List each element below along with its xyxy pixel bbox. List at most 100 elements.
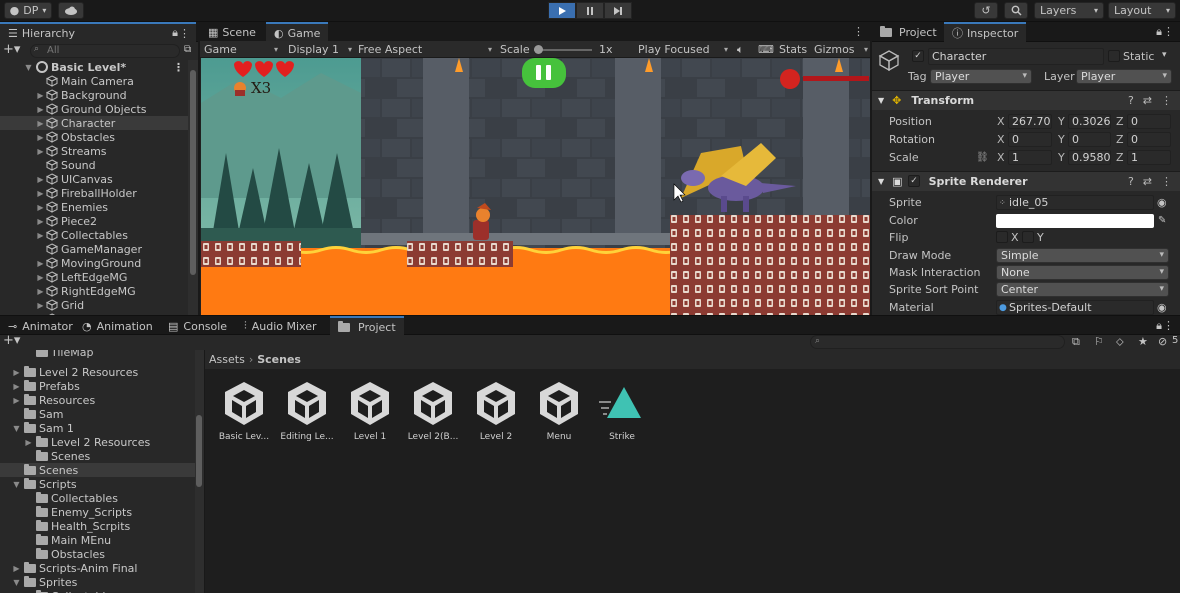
project-tree-item[interactable]: ▶ Level 2 Resources bbox=[0, 365, 195, 379]
sprite-renderer-header[interactable]: ▼ ▣ ✓ Sprite Renderer ? ⇄ ⋮ bbox=[872, 171, 1180, 191]
hierarchy-item[interactable]: ▶ Piece2 bbox=[0, 214, 188, 228]
position-z-field[interactable]: 0 bbox=[1127, 114, 1171, 129]
help-icon[interactable]: ? bbox=[1128, 175, 1134, 188]
project-tree-item[interactable]: ▶ Prefabs bbox=[0, 379, 195, 393]
tab-animation[interactable]: ◔ Animation bbox=[74, 316, 161, 336]
tag-dropdown[interactable]: Player bbox=[930, 69, 1032, 84]
scale-slider[interactable] bbox=[534, 45, 592, 54]
tab-console[interactable]: ▤ Console bbox=[160, 316, 235, 336]
foldout-arrow-icon[interactable]: ▶ bbox=[36, 203, 45, 212]
foldout-arrow-icon[interactable]: ▼ bbox=[12, 578, 21, 587]
sprite-field[interactable]: idle_05 bbox=[996, 195, 1154, 210]
foldout-arrow-icon[interactable]: ▼ bbox=[878, 96, 884, 105]
game-mode-dropdown[interactable]: Game ▾ bbox=[204, 42, 280, 57]
sprite-sort-point-dropdown[interactable]: Center bbox=[996, 282, 1169, 297]
rotation-x-field[interactable]: 0 bbox=[1008, 132, 1052, 147]
scene-asset[interactable]: Level 2 bbox=[465, 380, 527, 442]
inspector-lock-icon[interactable]: 🔒︎ bbox=[1156, 25, 1162, 39]
foldout-arrow-icon[interactable]: ▶ bbox=[36, 273, 45, 282]
project-tree-item[interactable]: ▼ Scripts bbox=[0, 477, 195, 491]
foldout-arrow-icon[interactable]: ▶ bbox=[12, 382, 21, 391]
gizmos-dropdown[interactable]: Gizmos ▾ bbox=[814, 42, 868, 57]
foldout-arrow-icon[interactable]: ▶ bbox=[36, 119, 45, 128]
scene-visibility-icon[interactable]: ⧉ bbox=[184, 44, 191, 55]
cloud-button[interactable] bbox=[58, 2, 84, 19]
project-tree-scrollbar[interactable] bbox=[195, 350, 204, 593]
game-more-icon[interactable]: ⋮ bbox=[853, 25, 864, 38]
animation-asset[interactable]: Strike bbox=[591, 380, 653, 442]
layers-dropdown[interactable]: Layers ▾ bbox=[1034, 2, 1104, 19]
hierarchy-search-input[interactable]: All bbox=[30, 44, 180, 58]
preset-icon[interactable]: ⇄ bbox=[1143, 94, 1152, 107]
hierarchy-item[interactable]: ▶ Character bbox=[0, 116, 188, 130]
project-tree-item[interactable]: Health_Scrpits bbox=[0, 519, 195, 533]
more-menu-icon[interactable]: ⋮ bbox=[179, 27, 190, 40]
foldout-arrow-icon[interactable]: ▶ bbox=[36, 287, 45, 296]
project-tree-item[interactable]: ▶ Scripts-Anim Final bbox=[0, 561, 195, 575]
component-menu-icon[interactable]: ⋮ bbox=[1161, 94, 1172, 107]
active-checkbox[interactable]: ✓ bbox=[912, 50, 924, 62]
foldout-arrow-icon[interactable]: ▼ bbox=[878, 177, 884, 186]
search-by-type-icon[interactable]: ⧉ bbox=[1072, 335, 1080, 349]
scene-root-row[interactable]: ▼ Basic Level* ⋮ bbox=[0, 60, 188, 74]
tab-project[interactable]: Project bbox=[872, 22, 945, 42]
project-tree-item[interactable]: ▶ Level 2 Resources bbox=[0, 435, 195, 449]
static-dropdown-icon[interactable]: ▾ bbox=[1162, 50, 1167, 60]
foldout-arrow-icon[interactable]: ▶ bbox=[24, 438, 33, 447]
inspector-more-icon[interactable]: ⋮ bbox=[1163, 25, 1174, 38]
position-y-field[interactable]: 0.3026 bbox=[1068, 114, 1111, 129]
hierarchy-item[interactable]: ▶ Enemies bbox=[0, 200, 188, 214]
project-tree-item[interactable]: Obstacles bbox=[0, 547, 195, 561]
project-tree-item[interactable]: Collectables bbox=[0, 589, 195, 593]
favorite-icon[interactable]: ★ bbox=[1138, 335, 1148, 348]
project-tree-item[interactable]: Scenes bbox=[0, 463, 195, 477]
hierarchy-item[interactable]: ▶ LeftEdgeMG bbox=[0, 270, 188, 284]
foldout-arrow-icon[interactable]: ▶ bbox=[36, 259, 45, 268]
hierarchy-item[interactable]: Main Camera bbox=[0, 74, 188, 88]
hidden-packages-icon[interactable]: ⊘ bbox=[1158, 335, 1167, 348]
color-swatch[interactable] bbox=[996, 213, 1154, 228]
project-tree-item[interactable]: Scenes bbox=[0, 449, 195, 463]
project-tree-item[interactable]: TileMap bbox=[0, 350, 195, 359]
material-field[interactable]: Sprites-Default bbox=[996, 300, 1154, 315]
transform-header[interactable]: ▼ ✥ Transform ? ⇄ ⋮ bbox=[872, 90, 1180, 110]
eyedropper-icon[interactable]: ✎ bbox=[1158, 215, 1166, 226]
flip-x-checkbox[interactable] bbox=[996, 231, 1008, 243]
play-mode-dropdown[interactable]: Play Focused ▾ bbox=[638, 42, 728, 57]
constrain-proportions-icon[interactable]: ⛓︎ bbox=[976, 152, 989, 163]
object-picker-icon[interactable]: ◉ bbox=[1157, 196, 1167, 209]
foldout-arrow-icon[interactable]: ▶ bbox=[36, 105, 45, 114]
hierarchy-item[interactable]: ▶ RightEdgeMG bbox=[0, 284, 188, 298]
foldout-arrow-icon[interactable]: ▶ bbox=[36, 91, 45, 100]
hierarchy-item[interactable]: GameManager bbox=[0, 242, 188, 256]
hierarchy-item[interactable]: Sound bbox=[0, 158, 188, 172]
breadcrumb-scenes[interactable]: Scenes bbox=[257, 353, 301, 366]
mask-interaction-dropdown[interactable]: None bbox=[996, 265, 1169, 280]
hierarchy-item[interactable]: ▶ MovingGround bbox=[0, 256, 188, 270]
step-button[interactable] bbox=[604, 2, 632, 19]
scale-slider-handle[interactable] bbox=[534, 45, 543, 54]
stats-button[interactable]: Stats bbox=[779, 42, 807, 57]
foldout-arrow-icon[interactable]: ▶ bbox=[12, 368, 21, 377]
project-tree-item[interactable]: Sam bbox=[0, 407, 195, 421]
project-search-input[interactable]: ⌕ bbox=[810, 335, 1065, 349]
project-tree-item[interactable]: Collectables bbox=[0, 491, 195, 505]
hierarchy-item[interactable]: ▶ Obstacles bbox=[0, 130, 188, 144]
scale-y-field[interactable]: 0.9580 bbox=[1068, 150, 1111, 165]
project-more-icon[interactable]: ⋮ bbox=[1163, 319, 1174, 332]
scene-asset[interactable]: Basic Lev... bbox=[213, 380, 275, 442]
scene-asset[interactable]: Level 2(B... bbox=[402, 380, 464, 442]
foldout-arrow-icon[interactable]: ▼ bbox=[12, 480, 21, 489]
history-button[interactable]: ↺ bbox=[974, 2, 998, 19]
breadcrumb-assets[interactable]: Assets bbox=[209, 353, 245, 366]
flip-y-checkbox[interactable] bbox=[1022, 231, 1034, 243]
layer-dropdown[interactable]: Player bbox=[1076, 69, 1172, 84]
tab-game[interactable]: ◐ Game bbox=[266, 22, 329, 42]
mute-audio-icon[interactable]: 🔈︎ bbox=[737, 42, 744, 57]
foldout-arrow-icon[interactable]: ▶ bbox=[12, 396, 21, 405]
hierarchy-item[interactable]: ▶ Ground Objects bbox=[0, 102, 188, 116]
game-pause-button[interactable] bbox=[522, 58, 566, 88]
scale-x-field[interactable]: 1 bbox=[1008, 150, 1052, 165]
foldout-arrow-icon[interactable]: ▶ bbox=[36, 133, 45, 142]
project-tree-scroll-thumb[interactable] bbox=[196, 415, 202, 487]
